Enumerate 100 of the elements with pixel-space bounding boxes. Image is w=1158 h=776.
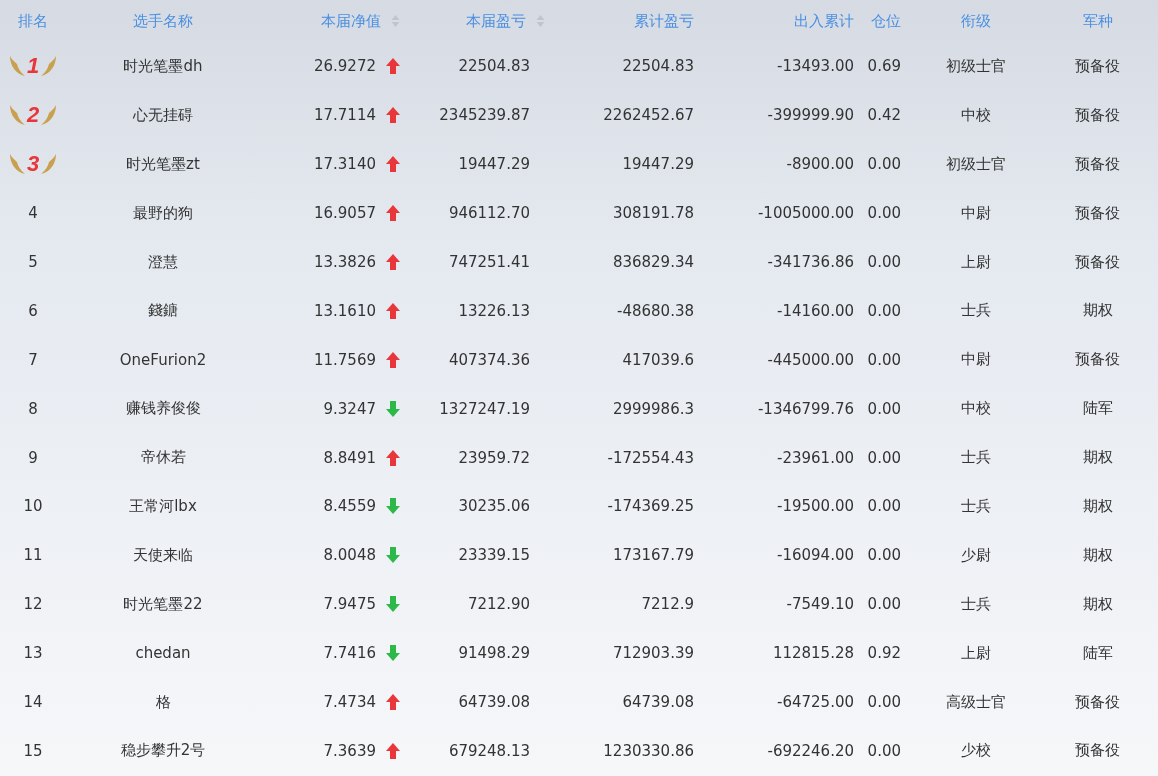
column-header[interactable]: 本届净值 xyxy=(321,11,400,31)
profit-value: 1327247.19 xyxy=(439,399,530,418)
position-value: 0.00 xyxy=(867,301,901,320)
flow-value: -1005000.00 xyxy=(757,204,854,223)
rank-number: 1 xyxy=(26,54,40,79)
net-value: 13.3826 xyxy=(313,253,376,271)
column-header: 衔级 xyxy=(961,11,991,31)
rank-number: 7 xyxy=(28,350,38,369)
net-value: 13.1610 xyxy=(313,301,376,320)
player-name: 澄慧 xyxy=(148,252,178,272)
branch-label: 预备役 xyxy=(1075,203,1120,223)
branch-label: 预备役 xyxy=(1075,154,1120,174)
profit-value: 23959.72 xyxy=(458,448,530,467)
player-name: 最野的狗 xyxy=(133,203,193,223)
branch-label: 预备役 xyxy=(1075,252,1120,272)
column-header: 出入累计 xyxy=(794,11,854,31)
profit-value: 679248.13 xyxy=(448,741,530,760)
branch-label: 预备役 xyxy=(1075,56,1120,76)
rank-number: 2 xyxy=(26,103,40,128)
flow-value: -692246.20 xyxy=(767,741,854,760)
total-profit-value: 7212.9 xyxy=(641,595,694,614)
net-value: 7.7416 xyxy=(323,644,376,663)
position-value: 0.00 xyxy=(867,399,901,418)
column-header: 军种 xyxy=(1082,11,1113,31)
column-header: 选手名称 xyxy=(133,11,193,31)
player-name: 帝休若 xyxy=(140,448,186,468)
flow-value: -445000.00 xyxy=(767,350,854,369)
net-value: 9.3247 xyxy=(323,399,376,418)
branch-label: 预备役 xyxy=(1075,741,1120,761)
column-header[interactable]: 本届盈亏 xyxy=(466,11,545,31)
player-name: 时光笔墨22 xyxy=(123,594,203,614)
profit-value: 30235.06 xyxy=(458,497,530,516)
total-profit-value: 19447.29 xyxy=(622,155,694,174)
branch-label: 期权 xyxy=(1082,448,1113,468)
profit-value: 2345239.87 xyxy=(439,106,530,125)
grade-label: 初级士官 xyxy=(946,154,1006,174)
grade-label: 士兵 xyxy=(961,594,991,614)
grade-label: 中校 xyxy=(961,105,991,125)
net-value: 8.0048 xyxy=(323,546,376,565)
position-value: 0.00 xyxy=(867,497,901,516)
net-value: 17.7114 xyxy=(313,106,376,125)
grade-label: 初级士官 xyxy=(946,56,1006,76)
position-value: 0.00 xyxy=(867,448,901,467)
rank-number: 9 xyxy=(28,448,38,467)
rank-number: 14 xyxy=(23,693,43,711)
player-name: OneFurion2 xyxy=(119,350,207,369)
profit-value: 91498.29 xyxy=(458,644,530,663)
total-profit-value: 2262452.67 xyxy=(603,106,694,125)
grade-label: 高级士官 xyxy=(946,692,1006,712)
rank-number: 5 xyxy=(28,253,38,271)
branch-label: 预备役 xyxy=(1075,692,1120,712)
branch-label: 预备役 xyxy=(1075,105,1120,125)
net-value: 11.7569 xyxy=(313,350,376,369)
profit-value: 22504.83 xyxy=(458,57,530,76)
flow-value: -14160.00 xyxy=(777,301,854,320)
grade-label: 士兵 xyxy=(961,448,991,468)
total-profit-value: 1230330.86 xyxy=(603,741,694,760)
profit-value: 13226.13 xyxy=(458,301,530,320)
rank-number: 15 xyxy=(23,741,43,760)
flow-value: 112815.28 xyxy=(772,644,854,663)
position-value: 0.00 xyxy=(867,350,901,369)
total-profit-value: -172554.43 xyxy=(607,448,694,467)
position-value: 0.00 xyxy=(867,693,901,711)
grade-label: 上尉 xyxy=(961,643,991,663)
grade-label: 中校 xyxy=(961,399,991,419)
branch-label: 陆军 xyxy=(1082,399,1113,419)
position-value: 0.00 xyxy=(867,204,901,223)
flow-value: -7549.10 xyxy=(786,595,854,614)
branch-label: 预备役 xyxy=(1075,350,1120,370)
sort-icon[interactable] xyxy=(536,14,545,28)
grade-label: 士兵 xyxy=(961,301,991,321)
flow-value: -8900.00 xyxy=(786,155,854,174)
total-profit-value: -48680.38 xyxy=(617,301,694,320)
player-name: 时光笔墨zt xyxy=(126,154,200,174)
flow-value: -13493.00 xyxy=(777,57,854,76)
position-value: 0.00 xyxy=(867,595,901,614)
rank-number: 4 xyxy=(28,204,38,223)
player-name: 天使来临 xyxy=(133,545,193,565)
player-name: 王常河lbx xyxy=(129,496,197,516)
flow-value: -16094.00 xyxy=(777,546,854,565)
net-value: 16.9057 xyxy=(313,204,376,223)
position-value: 0.00 xyxy=(867,741,901,760)
grade-label: 中尉 xyxy=(961,350,991,370)
profit-value: 946112.70 xyxy=(448,204,530,223)
player-name: 稳步攀升2号 xyxy=(120,741,206,761)
position-value: 0.92 xyxy=(867,644,901,663)
grade-label: 少尉 xyxy=(961,545,991,565)
branch-label: 期权 xyxy=(1082,496,1113,516)
sort-icon[interactable] xyxy=(391,14,400,28)
branch-label: 陆军 xyxy=(1082,643,1113,663)
profit-value: 19447.29 xyxy=(458,155,530,174)
flow-value: -399999.90 xyxy=(767,106,854,125)
player-name: 心无挂碍 xyxy=(133,105,193,125)
player-name: 錢鎕 xyxy=(148,301,178,321)
flow-value: -64725.00 xyxy=(777,693,854,711)
rank-number: 3 xyxy=(26,152,40,177)
grade-label: 上尉 xyxy=(961,252,991,272)
player-name: 时光笔墨dh xyxy=(123,56,203,76)
total-profit-value: 173167.79 xyxy=(612,546,694,565)
rank-number: 12 xyxy=(23,595,43,614)
